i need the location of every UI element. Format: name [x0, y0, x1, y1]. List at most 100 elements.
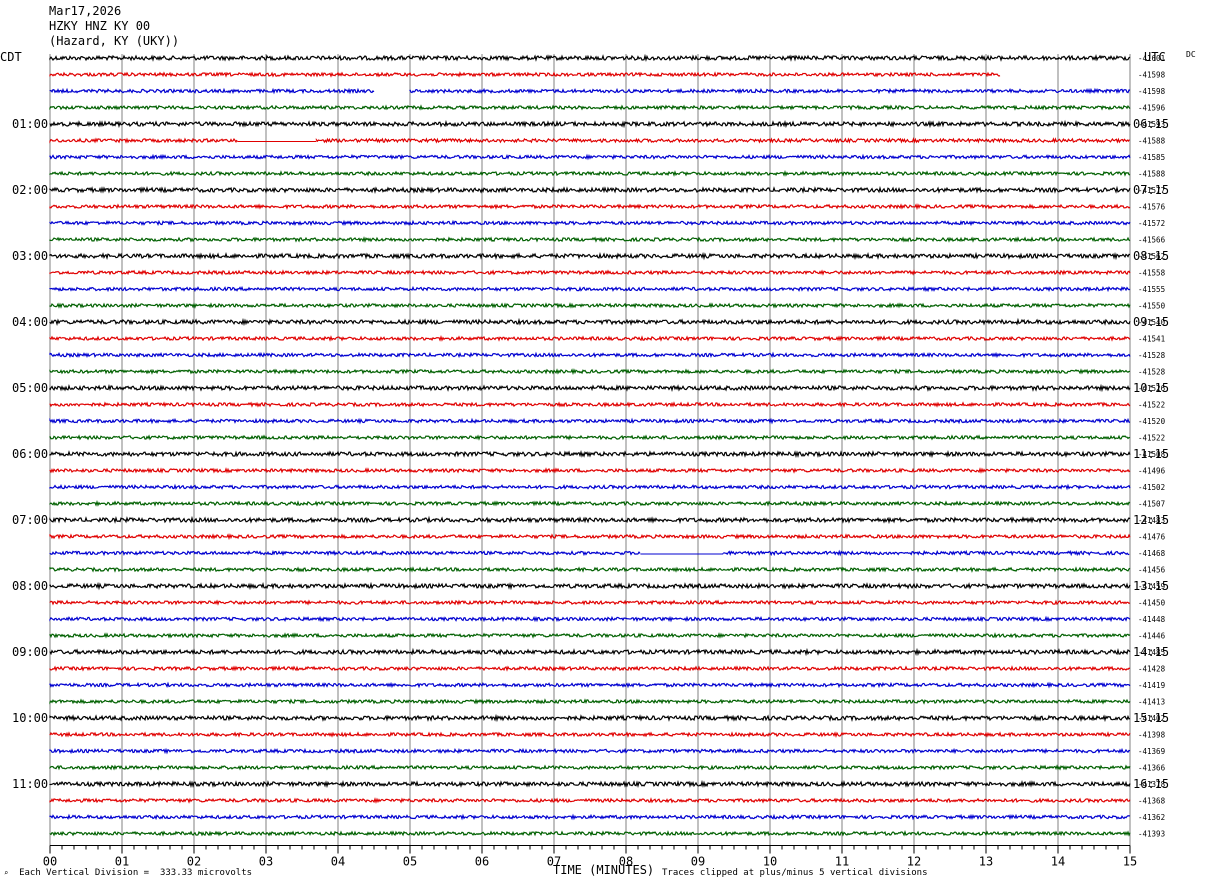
left-hour-label: 02:00 [12, 183, 49, 197]
seismic-trace [49, 681, 1131, 689]
x-tick-label: 01 [115, 855, 129, 869]
dc-offset-value: -41468 [1138, 549, 1166, 558]
seismic-trace [49, 335, 1131, 342]
right-hour-label: 07:15 [1133, 183, 1170, 197]
seismic-trace [49, 53, 1131, 63]
seismic-trace [49, 779, 1131, 789]
x-tick-label: 03 [259, 855, 273, 869]
dc-offset-value: -41520 [1138, 417, 1166, 426]
seismic-trace [315, 137, 1130, 144]
left-hour-label: 08:00 [12, 579, 49, 593]
seismic-trace [49, 698, 1131, 705]
dc-offset-value: -41555 [1138, 285, 1165, 294]
dc-offset-value: -41576 [1138, 203, 1166, 212]
seismic-trace [49, 401, 1131, 408]
seismic-trace [49, 236, 1131, 243]
dc-offset-value: -41413 [1138, 698, 1165, 707]
dc-offset-value: -41366 [1138, 764, 1166, 773]
seismic-trace [49, 71, 1001, 78]
x-tick-label: 04 [331, 855, 345, 869]
left-hour-label: 06:00 [12, 447, 49, 461]
dc-column-label: DC [1186, 50, 1196, 59]
dc-offset-value: -41393 [1138, 830, 1165, 839]
dc-offset-value: -41502 [1138, 483, 1165, 492]
location-label: (Hazard, KY (UKY)) [49, 34, 180, 48]
seismic-trace [49, 829, 1131, 837]
seismic-trace [49, 599, 1131, 606]
x-tick-label: 02 [187, 855, 201, 869]
seismic-trace [49, 797, 1131, 804]
right-hour-label: 12:15 [1133, 513, 1170, 527]
dc-offset-value: -41550 [1138, 302, 1166, 311]
clip-note: Traces clipped at plus/minus 5 vertical … [662, 868, 928, 878]
right-hour-label: 11:15 [1133, 447, 1170, 461]
seismic-trace [49, 483, 1131, 491]
seismic-trace [49, 615, 1131, 623]
right-hour-label: 14:15 [1133, 645, 1170, 659]
seismic-trace [49, 731, 1131, 739]
seismic-trace [49, 317, 1131, 327]
seismic-trace [49, 251, 1131, 261]
dc-offset-value: -41362 [1138, 813, 1165, 822]
right-hour-label: 08:15 [1133, 249, 1170, 263]
dc-offset-value: -41558 [1138, 269, 1166, 278]
seismic-trace [49, 566, 1131, 573]
dc-offset-value: -41588 [1138, 137, 1166, 146]
left-hour-label: 03:00 [12, 249, 49, 263]
seismic-trace [49, 665, 1131, 672]
seismic-trace [49, 119, 1131, 129]
dc-offset-value: -41368 [1138, 797, 1166, 806]
dc-offset-value: -41528 [1138, 368, 1166, 377]
right-hour-label: 13:15 [1133, 579, 1170, 593]
x-tick-label: 15 [1123, 855, 1137, 869]
dc-offset-value: -41476 [1138, 533, 1166, 542]
seismic-trace [49, 500, 1131, 507]
x-tick-label: 12 [907, 855, 921, 869]
dc-offset-value: -41398 [1138, 731, 1166, 740]
seismic-trace [49, 434, 1131, 441]
dc-offset-value: -41596 [1138, 104, 1166, 113]
x-tick-label: 14 [1051, 855, 1065, 869]
x-tick-label: 11 [835, 855, 849, 869]
dc-offset-value: -41566 [1138, 236, 1166, 245]
x-tick-label: 05 [403, 855, 417, 869]
seismic-trace [49, 285, 1131, 293]
seismic-trace [49, 764, 1131, 771]
dc-offset-value: -41448 [1138, 615, 1166, 624]
station-label: HZKY HNZ KY 00 [49, 19, 151, 33]
right-hour-label: 06:15 [1133, 117, 1170, 131]
seismic-trace [49, 647, 1131, 657]
seismic-trace [49, 351, 1131, 359]
seismic-trace [49, 185, 1131, 194]
right-hour-label: 16:15 [1133, 777, 1170, 791]
seismic-trace [49, 813, 1131, 821]
right-hour-label: 09:15 [1133, 315, 1170, 329]
scale-note: ⌕ Each Vertical Division = 333.33 microv… [4, 868, 253, 878]
x-tick-label: 06 [475, 855, 489, 869]
left-hour-label: 09:00 [12, 645, 49, 659]
dc-offset-value: -41446 [1138, 632, 1166, 641]
dc-offset-value: -41598 [1138, 87, 1166, 96]
dc-offset-value: -41450 [1138, 599, 1166, 608]
left-hour-label: 11:00 [12, 777, 49, 791]
seismic-trace [49, 269, 1131, 276]
seismic-trace [49, 219, 1131, 227]
seismogram-plot: 00 01 02 03 04 05 06 07 08 09 10 11 12 13 14 15 -41601-… [43, 53, 1166, 869]
dc-offset-value: -41541 [1138, 335, 1165, 344]
seismic-trace [49, 549, 641, 557]
left-hour-label: 10:00 [12, 711, 49, 725]
x-axis-title: TIME (MINUTES) [553, 863, 655, 877]
left-hour-label: 01:00 [12, 117, 49, 131]
seismic-trace [49, 170, 1131, 177]
dc-offset-value: -41456 [1138, 566, 1166, 575]
dc-offset-value: -41522 [1138, 401, 1165, 410]
dc-offset-value: -41496 [1138, 467, 1166, 476]
seismic-trace [49, 533, 1131, 541]
seismic-traces [49, 53, 1131, 837]
x-tick-label: 00 [43, 855, 57, 869]
seismic-trace [49, 153, 1131, 161]
left-hour-label: 04:00 [12, 315, 49, 329]
seismic-trace [49, 632, 1131, 639]
seismic-trace [722, 549, 1130, 557]
seismic-trace [49, 747, 1131, 755]
